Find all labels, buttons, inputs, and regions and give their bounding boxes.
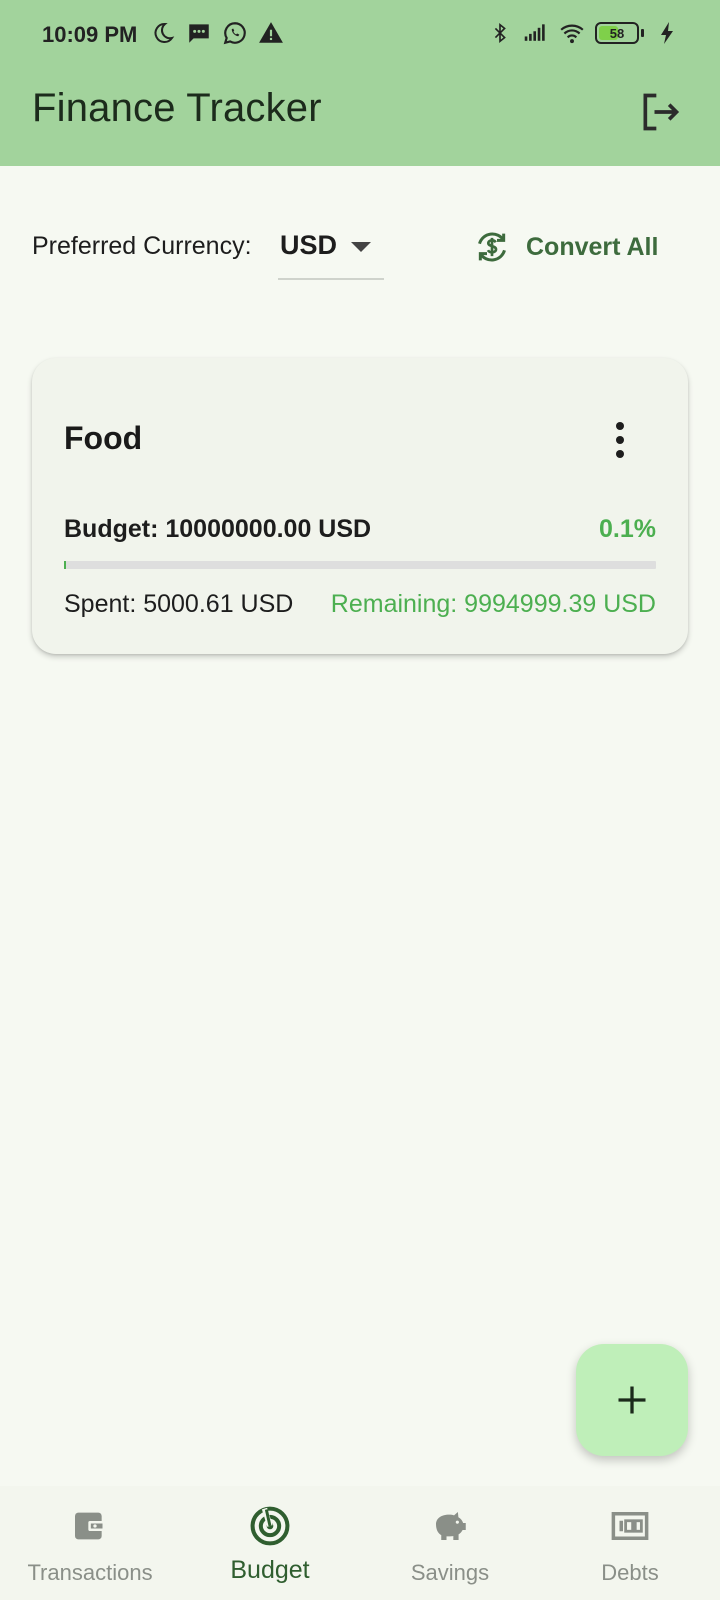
currency-selected-value: USD: [280, 230, 338, 260]
nav-item-transactions[interactable]: Transactions: [0, 1486, 180, 1600]
wifi-icon: [559, 20, 585, 46]
app-title: Finance Tracker: [32, 86, 322, 130]
currency-dropdown[interactable]: USD: [278, 222, 384, 280]
more-vert-icon-dot: [616, 436, 624, 444]
plus-icon: [618, 1386, 646, 1414]
currency-row: Preferred Currency: USD Convert All: [32, 222, 692, 282]
nav-item-debts[interactable]: Debts: [540, 1486, 720, 1600]
budget-progress-bar: [64, 561, 656, 569]
status-time: 10:09 PM: [42, 22, 138, 47]
logout-icon: [643, 93, 680, 131]
budget-target-icon: [248, 1504, 292, 1548]
nav-item-savings[interactable]: Savings: [360, 1486, 540, 1600]
nav-label-budget: Budget: [230, 1556, 310, 1584]
currency-exchange-icon: [478, 232, 506, 262]
more-vert-icon-dot: [616, 450, 624, 458]
budget-category-title: Food: [64, 420, 143, 456]
dropdown-caret-icon: [351, 242, 371, 252]
warning-icon: [258, 20, 284, 46]
whatsapp-icon: [222, 20, 248, 46]
add-budget-button[interactable]: [576, 1344, 688, 1456]
budget-progress-fill: [64, 561, 66, 569]
wallet-icon: [68, 1504, 112, 1548]
logout-button[interactable]: [636, 88, 684, 136]
piggy-bank-icon: [428, 1504, 472, 1548]
message-icon: [186, 20, 212, 46]
signal-icon: [523, 20, 549, 46]
app-header: 10:09 PM 58 Finance Tracker: [0, 0, 720, 166]
battery-cap: [641, 29, 644, 37]
nav-label-transactions: Transactions: [27, 1560, 153, 1585]
budget-percent: 0.1%: [599, 515, 656, 543]
remaining-amount: Remaining: 9994999.39 USD: [330, 590, 656, 618]
status-system-icons: 58: [487, 20, 680, 46]
more-options-button[interactable]: [602, 420, 638, 460]
budget-amount: Budget: 10000000.00 USD: [64, 515, 372, 543]
bottom-navigation: Transactions Budget Savings Debts: [0, 1486, 720, 1600]
nav-label-debts: Debts: [601, 1560, 659, 1585]
bluetooth-icon: [487, 20, 513, 46]
nav-label-savings: Savings: [410, 1560, 490, 1585]
battery-icon: 58: [595, 22, 639, 44]
preferred-currency-label: Preferred Currency:: [32, 232, 252, 260]
spent-amount: Spent: 5000.61 USD: [64, 590, 294, 618]
do-not-disturb-moon-icon: [150, 20, 176, 46]
convert-all-label: Convert All: [526, 232, 659, 261]
convert-all-button[interactable]: Convert All: [472, 222, 658, 272]
charging-bolt-icon: [654, 20, 680, 46]
status-notification-icons: [150, 20, 284, 46]
more-vert-icon: [616, 422, 624, 430]
money-icon: [608, 1504, 652, 1548]
battery-level: 58: [609, 25, 625, 41]
status-bar: 10:09 PM 58: [0, 0, 720, 70]
budget-card[interactable]: Food Budget: 10000000.00 USD 0.1% Spent:…: [32, 358, 688, 654]
nav-item-budget[interactable]: Budget: [180, 1486, 360, 1600]
